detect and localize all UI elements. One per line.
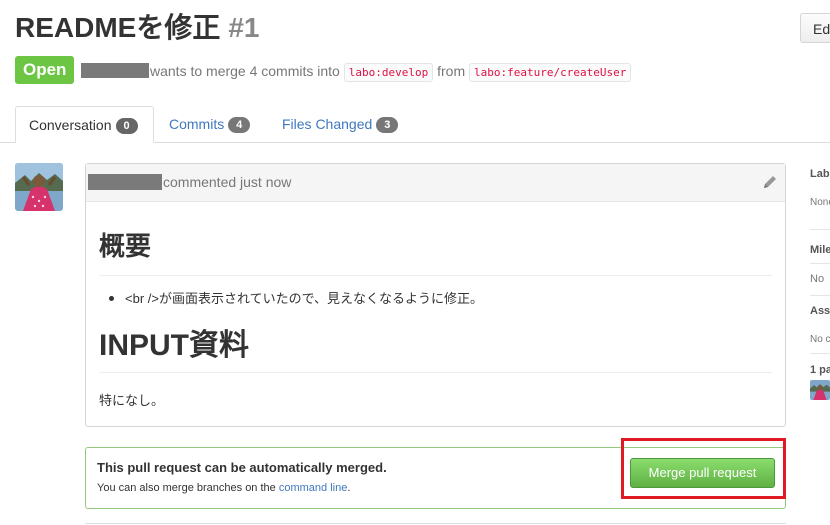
sidebar-participants-title: 1 pa bbox=[810, 364, 830, 376]
sidebar-divider bbox=[810, 295, 830, 296]
pr-number: #1 bbox=[228, 12, 260, 43]
sidebar-assignee-value: No c bbox=[810, 334, 830, 345]
sidebar-divider bbox=[810, 263, 830, 264]
comment-list-item: <br />が画面表示されていたので、見えなくなるように修正。 bbox=[125, 291, 484, 306]
page-title: READMEを修正 #1 bbox=[15, 8, 260, 48]
tab-label: Conversation bbox=[29, 117, 112, 133]
author-name-redacted[interactable] bbox=[81, 63, 149, 78]
sidebar-labels-value: None bbox=[810, 197, 830, 208]
merge-help-suffix: . bbox=[347, 482, 351, 494]
tab-files-changed[interactable]: Files Changed 3 bbox=[269, 106, 411, 143]
tab-counter: 0 bbox=[115, 118, 138, 134]
head-branch: labo:feature/createUser bbox=[469, 63, 632, 82]
merge-help-text: You can also merge branches on the comma… bbox=[97, 481, 350, 495]
participant-avatar[interactable] bbox=[810, 380, 830, 400]
edit-button[interactable]: Ed bbox=[800, 13, 830, 43]
avatar[interactable] bbox=[15, 163, 63, 211]
timeline-divider bbox=[85, 523, 786, 524]
sidebar-milestone-title[interactable]: Mile bbox=[810, 243, 830, 257]
comment-heading-input: INPUT資料 bbox=[99, 329, 249, 362]
heading-divider bbox=[99, 275, 772, 276]
pr-title: READMEを修正 bbox=[15, 12, 221, 43]
merge-meta: wants to merge 4 commits into labo:devel… bbox=[150, 62, 632, 82]
tab-conversation[interactable]: Conversation 0 bbox=[15, 106, 154, 143]
merge-help-prefix: You can also merge branches on the bbox=[97, 482, 276, 494]
tab-label: Commits bbox=[169, 116, 225, 132]
commenter-name-redacted[interactable] bbox=[88, 174, 162, 190]
sidebar-labels-title[interactable]: Lab bbox=[810, 167, 830, 181]
base-branch: labo:develop bbox=[343, 63, 434, 82]
status-badge: Open bbox=[15, 56, 75, 84]
comment-timestamp: commented just now bbox=[163, 174, 292, 190]
sidebar-milestone-value: No bbox=[810, 273, 825, 285]
comment-body-text: 特になし。 bbox=[99, 393, 165, 408]
from-text: from bbox=[437, 63, 466, 79]
tab-label: Files Changed bbox=[282, 116, 373, 132]
tab-commits[interactable]: Commits 4 bbox=[156, 106, 263, 143]
comment-heading-overview: 概要 bbox=[99, 231, 152, 261]
merge-status-title: This pull request can be automatically m… bbox=[97, 460, 387, 475]
sidebar-divider bbox=[810, 229, 830, 230]
heading-divider bbox=[99, 372, 772, 373]
command-line-link[interactable]: command line bbox=[279, 482, 347, 494]
sidebar-divider bbox=[810, 353, 830, 354]
pencil-icon[interactable] bbox=[762, 174, 778, 190]
bullet-point bbox=[109, 296, 114, 301]
merge-pull-request-button[interactable]: Merge pull request bbox=[630, 458, 775, 488]
tab-counter: 3 bbox=[376, 117, 399, 133]
sidebar-assignee-title[interactable]: Ass bbox=[810, 304, 830, 318]
tab-counter: 4 bbox=[228, 117, 251, 133]
merge-meta-text: wants to merge 4 commits into bbox=[150, 63, 340, 79]
